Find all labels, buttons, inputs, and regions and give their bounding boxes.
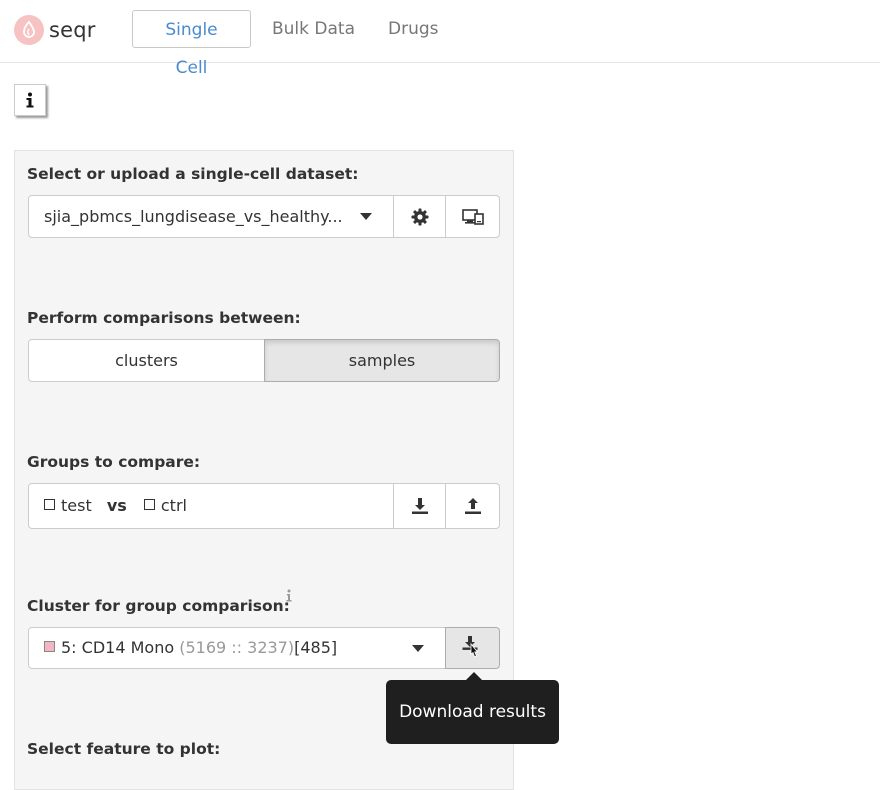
cluster-swatch [44,641,55,652]
toggle-clusters-label: clusters [115,351,178,370]
chevron-down-icon [360,213,372,220]
dataset-select-value: sjia_pbmcs_lungdisease_vs_healthy... [44,207,343,226]
download-icon [462,636,478,658]
toggle-samples[interactable]: samples [264,339,500,382]
upload-icon [464,498,481,514]
test-checkbox[interactable] [44,499,55,510]
download-icon [411,498,428,514]
toggle-samples-label: samples [348,351,416,370]
groups-input[interactable]: test vs ctrl [28,483,395,529]
cluster-name: 5: CD14 Mono [61,638,175,657]
navbar: seqr Single Cell Bulk Data Drugs [0,0,880,78]
info-button[interactable] [14,84,46,116]
cluster-counts: (5169 :: 3237) [179,638,295,657]
comparisons-label: Perform comparisons between: [27,309,301,327]
groups-content: test vs ctrl [44,496,187,515]
cluster-info-icon[interactable] [285,589,293,603]
chevron-down-icon [412,645,424,652]
groups-download-button[interactable] [393,483,446,529]
info-icon [26,92,34,108]
dataset-settings-button[interactable] [393,195,446,238]
cluster-count-bracket: [485] [294,638,338,657]
cluster-select[interactable]: 5: CD14 Mono (5169 :: 3237)[485] [28,627,447,669]
vs-text: vs [106,496,127,515]
download-tooltip: Download results [386,680,559,744]
feature-label: Select feature to plot: [27,740,221,758]
groups-label: Groups to compare: [27,453,201,471]
cluster-select-value: 5: CD14 Mono (5169 :: 3237)[485] [44,638,337,657]
gear-icon [411,208,428,225]
group-ctrl: ctrl [160,496,187,515]
toggle-clusters[interactable]: clusters [28,339,265,382]
dataset-label: Select or upload a single-cell dataset: [27,165,359,183]
desktop-upload-icon [461,208,484,225]
groups-upload-button[interactable] [445,483,500,529]
tooltip-arrow [466,672,482,680]
ctrl-checkbox[interactable] [143,499,155,510]
dataset-upload-button[interactable] [445,195,500,238]
tab-bulk-data[interactable]: Bulk Data [257,10,370,48]
brand-name: seqr [49,18,96,42]
tab-single-cell[interactable]: Single Cell [132,10,251,78]
brand[interactable]: seqr [14,14,96,46]
cluster-label: Cluster for group comparison: [27,597,290,615]
seqr-logo-icon [14,15,44,45]
group-test: test [61,496,92,515]
cluster-download-button[interactable] [445,627,500,669]
tab-drugs[interactable]: Drugs [373,10,454,48]
dataset-select[interactable]: sjia_pbmcs_lungdisease_vs_healthy... [28,195,395,238]
